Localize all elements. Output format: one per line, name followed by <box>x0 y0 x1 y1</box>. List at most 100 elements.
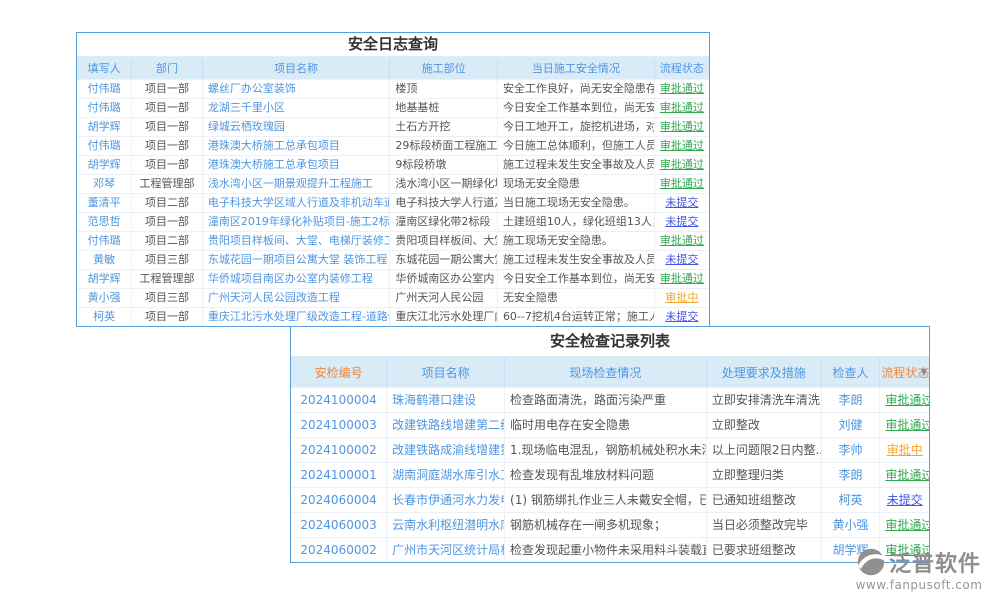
log-table-situation-cell: 60--7挖机4台运转正常；施工人员无违章... <box>497 308 654 327</box>
log-table-situation-cell: 施工过程未发生安全事故及人员受伤情况 <box>497 156 654 175</box>
check-table-inspector-cell[interactable]: 李帅 <box>821 438 880 463</box>
check-table-measures-cell: 已要求班组整改 <box>706 538 821 563</box>
log-table-project-cell[interactable]: 港珠澳大桥施工总承包项目 <box>202 156 390 175</box>
log-table-writer-cell[interactable]: 董清平 <box>77 194 132 213</box>
check-table-number-cell[interactable]: 2024060004 <box>291 488 387 513</box>
check-table-project-cell[interactable]: 湖南洞庭湖水库引水工程施... <box>387 463 505 488</box>
table-row: 邓琴工程管理部浅水湾小区一期景观提升工程施工浅水湾小区一期绿化地现场无安全隐患审… <box>77 175 709 194</box>
log-table-writer-cell[interactable]: 胡学辉 <box>77 156 132 175</box>
table-row: 2024100002改建铁路成渝线增建第二直...1.现场临电混乱，钢筋机械处积… <box>291 438 929 463</box>
log-table-status-cell[interactable]: 审批通过 <box>654 80 709 99</box>
table-row: 2024060002广州市天河区统计局机房改...检查发现起重小物件未采用料斗装… <box>291 538 929 563</box>
check-table-status-cell[interactable]: 审批通过 <box>880 413 929 438</box>
check-table-number-cell[interactable]: 2024100001 <box>291 463 387 488</box>
check-table-number-cell[interactable]: 2024060003 <box>291 513 387 538</box>
log-table-writer-cell[interactable]: 付伟璐 <box>77 232 132 251</box>
log-table-writer-cell[interactable]: 付伟璐 <box>77 80 132 99</box>
log-table-status-cell[interactable]: 审批通过 <box>654 175 709 194</box>
log-table-project-cell[interactable]: 螺丝厂办公室装饰 <box>202 80 390 99</box>
check-table-inspection-cell: 检查发现起重小物件未采用料斗装载直接起... <box>505 538 707 563</box>
log-table-location-cell: 地基基桩 <box>390 99 498 118</box>
log-table-status-cell[interactable]: 审批通过 <box>654 137 709 156</box>
log-table-status-cell[interactable]: 审批通过 <box>654 156 709 175</box>
log-table-writer-cell[interactable]: 邓琴 <box>77 175 132 194</box>
log-table-project-cell[interactable]: 浅水湾小区一期景观提升工程施工 <box>202 175 390 194</box>
log-table-writer-cell[interactable]: 柯英 <box>77 308 132 327</box>
log-table-project-cell[interactable]: 华侨城项目南区办公室内装修工程 <box>202 270 390 289</box>
log-table-situation-cell: 施工过程未发生安全事故及人员受伤情况 <box>497 251 654 270</box>
safety-log-title: 安全日志查询 <box>77 33 709 57</box>
check-table-number-cell[interactable]: 2024060002 <box>291 538 387 563</box>
log-table-location-cell: 广州天河人民公园 <box>390 289 498 308</box>
check-table-project-cell[interactable]: 云南水利枢纽潜明水库一期... <box>387 513 505 538</box>
check-table-inspection-cell: 钢筋机械存在一闸多机现象； <box>505 513 707 538</box>
check-table-project-cell[interactable]: 改建铁路线增建第二线直通... <box>387 413 505 438</box>
log-table-status-cell[interactable]: 未提交 <box>654 308 709 327</box>
check-table-status-cell[interactable]: 未提交 <box>880 488 929 513</box>
log-table-location-cell: 东城花园一期公寓大堂 <box>390 251 498 270</box>
check-table-project-cell[interactable]: 广州市天河区统计局机房改... <box>387 538 505 563</box>
log-table-project-cell[interactable]: 电子科技大学区域人行道及非机动车道工程 <box>202 194 390 213</box>
log-table-status-cell[interactable]: 未提交 <box>654 194 709 213</box>
log-table-dept-cell: 项目一部 <box>132 213 203 232</box>
log-table-project-cell[interactable]: 港珠澳大桥施工总承包项目 <box>202 137 390 156</box>
check-table-number-cell[interactable]: 2024100003 <box>291 413 387 438</box>
log-table-location-cell: 29标段桥面工程施工 <box>390 137 498 156</box>
fanpu-logo-icon <box>857 548 885 576</box>
log-table-project-cell[interactable]: 广州天河人民公园改造工程 <box>202 289 390 308</box>
check-table-number-cell[interactable]: 2024100004 <box>291 388 387 413</box>
log-table-writer-cell[interactable]: 黄敏 <box>77 251 132 270</box>
check-table-inspector-cell[interactable]: 柯英 <box>821 488 880 513</box>
log-table-status-cell[interactable]: 审批通过 <box>654 270 709 289</box>
table-row: 2024100004珠海鹤港口建设检查路面清洗，路面污染严重立即安排清洗车清洗李… <box>291 388 929 413</box>
log-table-situation-cell: 当日施工现场无安全隐患。 <box>497 194 654 213</box>
log-table-dept-cell: 项目一部 <box>132 156 203 175</box>
log-table-dept-cell: 项目一部 <box>132 80 203 99</box>
table-row: 2024100001湖南洞庭湖水库引水工程施...检查发现有乱堆放材料问题立即整… <box>291 463 929 488</box>
log-table-location-cell: 潼南区绿化带2标段 <box>390 213 498 232</box>
log-table-dept-cell: 项目二部 <box>132 194 203 213</box>
log-table-project-cell[interactable]: 重庆江北污水处理厂级改造工程-道路修复 <box>202 308 390 327</box>
log-table-writer-cell[interactable]: 付伟璐 <box>77 99 132 118</box>
check-table-inspection-cell: (1) 钢筋绑扎作业三人未戴安全帽，已通知... <box>505 488 707 513</box>
check-table-measures-cell: 立即整改 <box>706 413 821 438</box>
log-table-writer-cell[interactable]: 付伟璐 <box>77 137 132 156</box>
log-table-status-cell[interactable]: 审批通过 <box>654 118 709 137</box>
table-row: 胡学辉工程管理部华侨城项目南区办公室内装修工程华侨城南区办公室内今日安全工作基本… <box>77 270 709 289</box>
check-table-number-cell[interactable]: 2024100002 <box>291 438 387 463</box>
table-row: 柯英项目一部重庆江北污水处理厂级改造工程-道路修复重庆江北污水处理厂内部...6… <box>77 308 709 327</box>
check-table-status-cell[interactable]: 审批通过 <box>880 463 929 488</box>
check-table-measures-cell: 以上问题限2日内整... <box>706 438 821 463</box>
check-table-col-header-0: 安检编号 <box>291 357 387 388</box>
check-table-status-cell[interactable]: 审批通过 <box>880 388 929 413</box>
filter-dropdown-icon[interactable]: ▼ <box>921 368 927 377</box>
check-table-status-cell[interactable]: 审批中 <box>880 438 929 463</box>
log-table-status-cell[interactable]: 审批中 <box>654 289 709 308</box>
check-table-project-cell[interactable]: 改建铁路成渝线增建第二直... <box>387 438 505 463</box>
log-table-writer-cell[interactable]: 黄小强 <box>77 289 132 308</box>
log-table-writer-cell[interactable]: 范思哲 <box>77 213 132 232</box>
check-table-status-cell[interactable]: 审批通过 <box>880 513 929 538</box>
log-table-situation-cell: 今日安全工作基本到位，尚无安全隐患... <box>497 99 654 118</box>
log-table-dept-cell: 项目二部 <box>132 232 203 251</box>
log-table-writer-cell[interactable]: 胡学辉 <box>77 118 132 137</box>
log-table-project-cell[interactable]: 贵阳项目样板间、大堂、电梯厅装修工程 <box>202 232 390 251</box>
check-table-project-cell[interactable]: 长春市伊通河水力发电厂改... <box>387 488 505 513</box>
check-table-inspector-cell[interactable]: 李朗 <box>821 463 880 488</box>
log-table-location-cell: 电子科技大学人行道及非... <box>390 194 498 213</box>
log-table-status-cell[interactable]: 未提交 <box>654 251 709 270</box>
log-table-status-cell[interactable]: 审批通过 <box>654 99 709 118</box>
check-table-inspector-cell[interactable]: 李朗 <box>821 388 880 413</box>
check-table-inspector-cell[interactable]: 黄小强 <box>821 513 880 538</box>
table-row: 付伟璐项目一部龙湖三千里小区地基基桩今日安全工作基本到位，尚无安全隐患...审批… <box>77 99 709 118</box>
log-table-status-cell[interactable]: 审批通过 <box>654 232 709 251</box>
table-row: 胡学辉项目一部港珠澳大桥施工总承包项目9标段桥墩施工过程未发生安全事故及人员受伤… <box>77 156 709 175</box>
log-table-status-cell[interactable]: 未提交 <box>654 213 709 232</box>
check-table-project-cell[interactable]: 珠海鹤港口建设 <box>387 388 505 413</box>
log-table-project-cell[interactable]: 东城花园一期项目公寓大堂 装饰工程 <box>202 251 390 270</box>
log-table-project-cell[interactable]: 绿城云栖玫瑰园 <box>202 118 390 137</box>
log-table-project-cell[interactable]: 潼南区2019年绿化补贴项目-施工2标段 <box>202 213 390 232</box>
check-table-inspector-cell[interactable]: 刘健 <box>821 413 880 438</box>
log-table-project-cell[interactable]: 龙湖三千里小区 <box>202 99 390 118</box>
log-table-writer-cell[interactable]: 胡学辉 <box>77 270 132 289</box>
